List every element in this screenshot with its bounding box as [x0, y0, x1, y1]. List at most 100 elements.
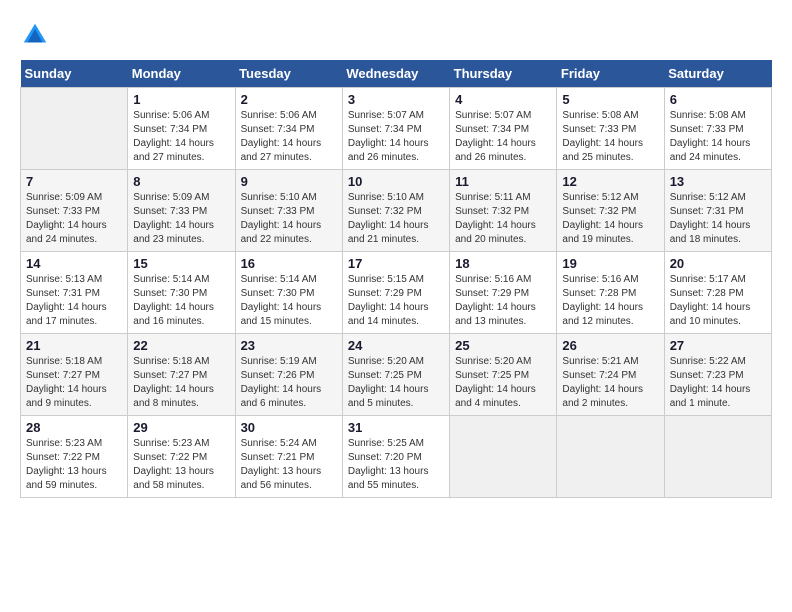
- calendar-cell: 10 Sunrise: 5:10 AM Sunset: 7:32 PM Dayli…: [342, 170, 449, 252]
- day-number: 24: [348, 338, 444, 353]
- day-number: 3: [348, 92, 444, 107]
- header-tuesday: Tuesday: [235, 60, 342, 88]
- calendar-cell: 14 Sunrise: 5:13 AM Sunset: 7:31 PM Dayli…: [21, 252, 128, 334]
- day-number: 7: [26, 174, 122, 189]
- day-number: 15: [133, 256, 229, 271]
- day-info: Sunrise: 5:10 AM Sunset: 7:32 PM Dayligh…: [348, 191, 444, 247]
- header-wednesday: Wednesday: [342, 60, 449, 88]
- calendar-week-3: 14 Sunrise: 5:13 AM Sunset: 7:31 PM Dayli…: [21, 252, 772, 334]
- page-header: [20, 20, 772, 50]
- calendar-cell: 26 Sunrise: 5:21 AM Sunset: 7:24 PM Dayli…: [557, 334, 664, 416]
- calendar-cell: 1 Sunrise: 5:06 AM Sunset: 7:34 PM Daylig…: [128, 88, 235, 170]
- day-info: Sunrise: 5:08 AM Sunset: 7:33 PM Dayligh…: [670, 109, 766, 165]
- day-number: 30: [241, 420, 337, 435]
- day-number: 4: [455, 92, 551, 107]
- header-thursday: Thursday: [450, 60, 557, 88]
- calendar-cell: 23 Sunrise: 5:19 AM Sunset: 7:26 PM Dayli…: [235, 334, 342, 416]
- calendar-cell: 17 Sunrise: 5:15 AM Sunset: 7:29 PM Dayli…: [342, 252, 449, 334]
- day-number: 27: [670, 338, 766, 353]
- calendar-cell: 31Sunrise: 5:25 AM Sunset: 7:20 PM Dayli…: [342, 416, 449, 498]
- calendar-cell: 30 Sunrise: 5:24 AM Sunset: 7:21 PM Dayli…: [235, 416, 342, 498]
- day-info: Sunrise: 5:12 AM Sunset: 7:32 PM Dayligh…: [562, 191, 658, 247]
- day-info: Sunrise: 5:17 AM Sunset: 7:28 PM Dayligh…: [670, 273, 766, 329]
- day-number: 21: [26, 338, 122, 353]
- day-number: 2: [241, 92, 337, 107]
- calendar-cell: [21, 88, 128, 170]
- calendar-cell: 27 Sunrise: 5:22 AM Sunset: 7:23 PM Dayli…: [664, 334, 771, 416]
- day-info: Sunrise: 5:24 AM Sunset: 7:21 PM Dayligh…: [241, 437, 337, 493]
- header-monday: Monday: [128, 60, 235, 88]
- calendar-cell: 2 Sunrise: 5:06 AM Sunset: 7:34 PM Daylig…: [235, 88, 342, 170]
- day-number: 28: [26, 420, 122, 435]
- logo: [20, 20, 54, 50]
- day-number: 29: [133, 420, 229, 435]
- calendar-cell: 15 Sunrise: 5:14 AM Sunset: 7:30 PM Dayli…: [128, 252, 235, 334]
- day-number: 18: [455, 256, 551, 271]
- day-number: 14: [26, 256, 122, 271]
- day-info: Sunrise: 5:23 AM Sunset: 7:22 PM Dayligh…: [26, 437, 122, 493]
- day-number: 26: [562, 338, 658, 353]
- day-info: Sunrise: 5:19 AM Sunset: 7:26 PM Dayligh…: [241, 355, 337, 411]
- day-number: 13: [670, 174, 766, 189]
- calendar-cell: [557, 416, 664, 498]
- day-number: 1: [133, 92, 229, 107]
- logo-icon: [20, 20, 50, 50]
- calendar-cell: 28 Sunrise: 5:23 AM Sunset: 7:22 PM Dayli…: [21, 416, 128, 498]
- day-info: Sunrise: 5:06 AM Sunset: 7:34 PM Dayligh…: [133, 109, 229, 165]
- day-info: Sunrise: 5:09 AM Sunset: 7:33 PM Dayligh…: [26, 191, 122, 247]
- day-info: Sunrise: 5:12 AM Sunset: 7:31 PM Dayligh…: [670, 191, 766, 247]
- day-info: Sunrise: 5:10 AM Sunset: 7:33 PM Dayligh…: [241, 191, 337, 247]
- calendar-cell: 7 Sunrise: 5:09 AM Sunset: 7:33 PM Daylig…: [21, 170, 128, 252]
- calendar-cell: 3 Sunrise: 5:07 AM Sunset: 7:34 PM Daylig…: [342, 88, 449, 170]
- calendar-week-4: 21 Sunrise: 5:18 AM Sunset: 7:27 PM Dayli…: [21, 334, 772, 416]
- day-info: Sunrise: 5:07 AM Sunset: 7:34 PM Dayligh…: [348, 109, 444, 165]
- day-info: Sunrise: 5:21 AM Sunset: 7:24 PM Dayligh…: [562, 355, 658, 411]
- calendar-header-row: SundayMondayTuesdayWednesdayThursdayFrid…: [21, 60, 772, 88]
- calendar-cell: 13 Sunrise: 5:12 AM Sunset: 7:31 PM Dayli…: [664, 170, 771, 252]
- day-info: Sunrise: 5:16 AM Sunset: 7:28 PM Dayligh…: [562, 273, 658, 329]
- calendar-cell: 20 Sunrise: 5:17 AM Sunset: 7:28 PM Dayli…: [664, 252, 771, 334]
- day-info: Sunrise: 5:18 AM Sunset: 7:27 PM Dayligh…: [133, 355, 229, 411]
- day-number: 25: [455, 338, 551, 353]
- day-number: 16: [241, 256, 337, 271]
- calendar-week-1: 1 Sunrise: 5:06 AM Sunset: 7:34 PM Daylig…: [21, 88, 772, 170]
- day-info: Sunrise: 5:22 AM Sunset: 7:23 PM Dayligh…: [670, 355, 766, 411]
- day-info: Sunrise: 5:20 AM Sunset: 7:25 PM Dayligh…: [348, 355, 444, 411]
- day-number: 10: [348, 174, 444, 189]
- header-saturday: Saturday: [664, 60, 771, 88]
- calendar-table: SundayMondayTuesdayWednesdayThursdayFrid…: [20, 60, 772, 498]
- calendar-cell: 21 Sunrise: 5:18 AM Sunset: 7:27 PM Dayli…: [21, 334, 128, 416]
- calendar-cell: 9Sunrise: 5:10 AM Sunset: 7:33 PM Daylig…: [235, 170, 342, 252]
- calendar-cell: 22 Sunrise: 5:18 AM Sunset: 7:27 PM Dayli…: [128, 334, 235, 416]
- day-number: 19: [562, 256, 658, 271]
- calendar-cell: 4 Sunrise: 5:07 AM Sunset: 7:34 PM Daylig…: [450, 88, 557, 170]
- day-number: 20: [670, 256, 766, 271]
- header-sunday: Sunday: [21, 60, 128, 88]
- day-number: 6: [670, 92, 766, 107]
- calendar-cell: 8 Sunrise: 5:09 AM Sunset: 7:33 PM Daylig…: [128, 170, 235, 252]
- day-info: Sunrise: 5:11 AM Sunset: 7:32 PM Dayligh…: [455, 191, 551, 247]
- calendar-cell: 29Sunrise: 5:23 AM Sunset: 7:22 PM Dayli…: [128, 416, 235, 498]
- calendar-cell: 24 Sunrise: 5:20 AM Sunset: 7:25 PM Dayli…: [342, 334, 449, 416]
- day-number: 22: [133, 338, 229, 353]
- calendar-week-2: 7 Sunrise: 5:09 AM Sunset: 7:33 PM Daylig…: [21, 170, 772, 252]
- day-info: Sunrise: 5:14 AM Sunset: 7:30 PM Dayligh…: [133, 273, 229, 329]
- day-info: Sunrise: 5:15 AM Sunset: 7:29 PM Dayligh…: [348, 273, 444, 329]
- day-number: 31: [348, 420, 444, 435]
- day-info: Sunrise: 5:13 AM Sunset: 7:31 PM Dayligh…: [26, 273, 122, 329]
- calendar-cell: [664, 416, 771, 498]
- calendar-cell: 18Sunrise: 5:16 AM Sunset: 7:29 PM Dayli…: [450, 252, 557, 334]
- day-number: 23: [241, 338, 337, 353]
- day-number: 8: [133, 174, 229, 189]
- day-info: Sunrise: 5:08 AM Sunset: 7:33 PM Dayligh…: [562, 109, 658, 165]
- header-friday: Friday: [557, 60, 664, 88]
- day-info: Sunrise: 5:14 AM Sunset: 7:30 PM Dayligh…: [241, 273, 337, 329]
- day-number: 17: [348, 256, 444, 271]
- calendar-cell: 12Sunrise: 5:12 AM Sunset: 7:32 PM Dayli…: [557, 170, 664, 252]
- day-info: Sunrise: 5:18 AM Sunset: 7:27 PM Dayligh…: [26, 355, 122, 411]
- day-info: Sunrise: 5:09 AM Sunset: 7:33 PM Dayligh…: [133, 191, 229, 247]
- day-info: Sunrise: 5:07 AM Sunset: 7:34 PM Dayligh…: [455, 109, 551, 165]
- calendar-cell: 25Sunrise: 5:20 AM Sunset: 7:25 PM Dayli…: [450, 334, 557, 416]
- day-info: Sunrise: 5:06 AM Sunset: 7:34 PM Dayligh…: [241, 109, 337, 165]
- calendar-cell: 5Sunrise: 5:08 AM Sunset: 7:33 PM Daylig…: [557, 88, 664, 170]
